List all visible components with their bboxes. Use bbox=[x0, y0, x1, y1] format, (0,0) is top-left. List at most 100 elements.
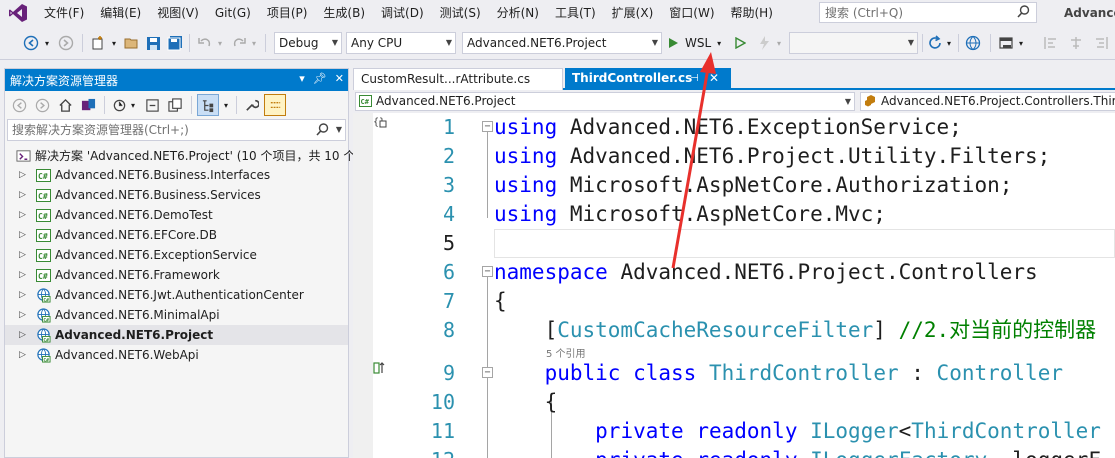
expand-chevron-icon[interactable]: ▷ bbox=[19, 190, 29, 200]
expand-chevron-icon[interactable]: ▷ bbox=[19, 350, 29, 360]
tab-thirdcontroller[interactable]: ThirdController.cs ⊣ ✕ bbox=[565, 68, 731, 90]
back-dropdown-icon[interactable]: ▾ bbox=[43, 32, 51, 54]
align-right-icon[interactable] bbox=[1090, 32, 1112, 54]
preview-selected-items-icon[interactable] bbox=[264, 94, 286, 116]
navigate-forward-icon[interactable] bbox=[55, 32, 77, 54]
fold-collapse-icon[interactable]: − bbox=[482, 367, 493, 378]
layout-icon[interactable] bbox=[995, 32, 1017, 54]
menu-item[interactable]: 分析(N) bbox=[489, 0, 547, 26]
undo-icon[interactable] bbox=[194, 32, 216, 54]
solution-root-item[interactable]: 解决方案 'Advanced.NET6.Project' (10 个项目，共 1… bbox=[5, 145, 360, 165]
menu-item[interactable]: 测试(S) bbox=[432, 0, 489, 26]
home-icon[interactable] bbox=[55, 94, 75, 116]
solution-tree-item[interactable]: ▷ C# Advanced.NET6.DemoTest bbox=[5, 205, 348, 225]
expand-chevron-icon[interactable]: ▷ bbox=[19, 330, 29, 340]
navigate-back-icon[interactable] bbox=[20, 32, 42, 54]
solution-tree-item[interactable]: ▷ C# Advanced.NET6.ExceptionService bbox=[5, 245, 348, 265]
menu-item[interactable]: Git(G) bbox=[207, 0, 259, 26]
solution-tree-item[interactable]: ▷ C# Advanced.NET6.WebApi bbox=[5, 345, 348, 365]
expand-chevron-icon[interactable]: ▷ bbox=[19, 230, 29, 240]
expand-chevron-icon[interactable]: ▷ bbox=[19, 310, 29, 320]
menu-item[interactable]: 视图(V) bbox=[149, 0, 207, 26]
menu-item[interactable]: 文件(F) bbox=[36, 0, 92, 26]
hot-reload-dropdown-icon[interactable]: ▾ bbox=[775, 32, 783, 54]
back-icon[interactable] bbox=[9, 94, 29, 116]
refresh-dropdown-icon[interactable]: ▾ bbox=[945, 32, 953, 54]
search-input[interactable]: 搜索 (Ctrl+Q) bbox=[819, 2, 1037, 23]
hot-reload-icon[interactable] bbox=[753, 32, 775, 54]
show-all-files-icon[interactable] bbox=[165, 94, 185, 116]
solution-search-input[interactable]: 搜索解决方案资源管理器(Ctrl+;) ▼ bbox=[7, 119, 346, 141]
start-debugging-button[interactable]: WSL ▾ bbox=[667, 32, 731, 54]
expand-chevron-icon[interactable]: ▷ bbox=[19, 270, 29, 280]
solution-tree-item[interactable]: ▷ C# Advanced.NET6.EFCore.DB bbox=[5, 225, 348, 245]
open-folder-icon[interactable] bbox=[121, 32, 143, 54]
pin-icon[interactable]: 📌︎ bbox=[313, 72, 327, 85]
undo-dropdown-icon[interactable]: ▾ bbox=[216, 32, 224, 54]
expand-chevron-icon[interactable]: ▷ bbox=[19, 290, 29, 300]
visual-studio-logo-icon[interactable] bbox=[0, 0, 36, 26]
pending-changes-icon[interactable] bbox=[109, 94, 129, 116]
code-editor[interactable]: {} 1 − using Advanced.NET6.ExceptionServ… bbox=[353, 113, 1115, 458]
align-center-icon[interactable] bbox=[1065, 32, 1087, 54]
solution-explorer-panel: 解决方案资源管理器 ▾ 📌︎ ✕ ▾ ▾ 搜索解决方案资源管理器(Ctrl+;)… bbox=[4, 68, 360, 458]
switch-views-icon[interactable] bbox=[78, 94, 98, 116]
expand-chevron-icon[interactable]: ▷ bbox=[19, 210, 29, 220]
separator bbox=[104, 96, 105, 114]
solution-explorer-toolbar: ▾ ▾ bbox=[5, 91, 348, 119]
pending-dropdown-icon[interactable]: ▾ bbox=[129, 94, 137, 116]
editor-tab-strip: CustomResult...rAttribute.cs ThirdContro… bbox=[353, 68, 1115, 90]
class-icon bbox=[864, 95, 877, 107]
save-all-icon[interactable] bbox=[165, 32, 185, 54]
sync-with-active-document-icon[interactable] bbox=[197, 94, 219, 116]
redo-dropdown-icon[interactable]: ▾ bbox=[250, 32, 258, 54]
align-left-icon[interactable] bbox=[1040, 32, 1062, 54]
redo-icon[interactable] bbox=[228, 32, 250, 54]
new-project-icon[interactable] bbox=[87, 32, 109, 54]
new-dropdown-icon[interactable]: ▾ bbox=[110, 32, 118, 54]
platform-select[interactable]: Any CPU ▼ bbox=[346, 32, 456, 54]
menu-item[interactable]: 窗口(W) bbox=[661, 0, 722, 26]
window-menu-icon[interactable]: ▾ bbox=[299, 72, 305, 85]
solution-tree-item[interactable]: ▷ C# Advanced.NET6.Jwt.AuthenticationCente… bbox=[5, 285, 348, 305]
menu-item[interactable]: 工具(T) bbox=[547, 0, 604, 26]
menu-item[interactable]: 项目(P) bbox=[259, 0, 316, 26]
sync-dropdown-icon[interactable]: ▾ bbox=[222, 94, 230, 116]
tab-customresultattribute[interactable]: CustomResult...rAttribute.cs bbox=[353, 68, 563, 90]
menu-item[interactable]: 调试(D) bbox=[373, 0, 432, 26]
menu-item[interactable]: 生成(B) bbox=[315, 0, 373, 26]
menu-item[interactable]: 帮助(H) bbox=[723, 0, 781, 26]
project-label: Advanced.NET6.DemoTest bbox=[55, 208, 213, 222]
start-without-debugging-icon[interactable] bbox=[731, 32, 749, 54]
project-navigation-select[interactable]: C# Advanced.NET6.Project ▼ bbox=[355, 92, 855, 111]
properties-wrench-icon[interactable] bbox=[241, 94, 261, 116]
code-token: class bbox=[620, 361, 697, 385]
forward-icon[interactable] bbox=[32, 94, 52, 116]
solution-tree-item[interactable]: ▷ C# Advanced.NET6.Business.Services bbox=[5, 185, 348, 205]
refresh-icon[interactable] bbox=[925, 32, 945, 54]
configuration-select[interactable]: Debug ▼ bbox=[274, 32, 342, 54]
menu-item[interactable]: 扩展(X) bbox=[604, 0, 662, 26]
menu-item[interactable]: 编辑(E) bbox=[92, 0, 149, 26]
solution-tree-item[interactable]: ▷ C# Advanced.NET6.Framework bbox=[5, 265, 348, 285]
type-navigation-select[interactable]: Advanced.NET6.Project.Controllers.ThirdC… bbox=[860, 92, 1115, 111]
solution-tree-item[interactable]: ▷ C# Advanced.NET6.Project bbox=[5, 325, 348, 345]
solution-tree-item[interactable]: ▷ C# Advanced.NET6.Business.Interfaces bbox=[5, 165, 348, 185]
codelens-references[interactable]: 5 个引用 bbox=[546, 345, 586, 360]
save-icon[interactable] bbox=[143, 32, 163, 54]
solution-tree-item[interactable]: ▷ C# Advanced.NET6.MinimalApi bbox=[5, 305, 348, 325]
startup-project-select[interactable]: Advanced.NET6.Project ▼ bbox=[462, 32, 662, 54]
close-icon[interactable]: ✕ bbox=[335, 72, 344, 85]
close-icon[interactable]: ✕ bbox=[709, 68, 719, 89]
code-line: 1 − using Advanced.NET6.ExceptionService… bbox=[353, 113, 1115, 142]
pin-icon[interactable]: ⊣ bbox=[690, 68, 699, 89]
browser-link-icon[interactable] bbox=[962, 32, 984, 54]
target-framework-select[interactable]: ▼ bbox=[789, 32, 918, 54]
collapse-all-icon[interactable] bbox=[142, 94, 162, 116]
expand-chevron-icon[interactable]: ▷ bbox=[19, 250, 29, 260]
fold-collapse-icon[interactable]: − bbox=[482, 121, 493, 132]
run-target-label: WSL bbox=[685, 36, 712, 50]
expand-chevron-icon[interactable]: ▷ bbox=[19, 170, 29, 180]
layout-dropdown-icon[interactable]: ▾ bbox=[1017, 32, 1025, 54]
fold-collapse-icon[interactable]: − bbox=[482, 266, 493, 277]
